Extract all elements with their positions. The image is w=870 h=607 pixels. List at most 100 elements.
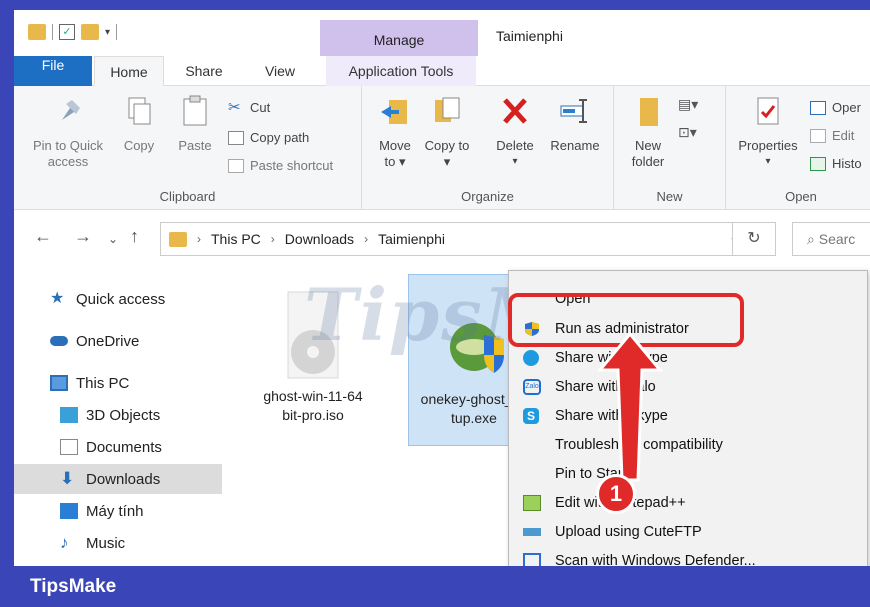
ribbon: Pin to Quick access Copy Paste ✂ Cut Copy… bbox=[14, 86, 870, 210]
menu-item-share-skype[interactable]: Share with Skype bbox=[509, 344, 867, 372]
manage-context-tab[interactable]: Manage bbox=[320, 20, 478, 56]
breadcrumb-downloads[interactable]: Downloads bbox=[285, 231, 354, 247]
breadcrumb-taimienphi[interactable]: Taimienphi bbox=[378, 231, 445, 247]
monitor-icon bbox=[60, 503, 78, 519]
group-label: Clipboard bbox=[159, 189, 216, 204]
pin-icon bbox=[62, 100, 80, 120]
cube-icon bbox=[60, 407, 78, 423]
organize-group: Move to ▾ Copy to ▾ Delete ▾ Rename Orga… bbox=[362, 86, 614, 210]
file-item[interactable]: ghost-win-11-64 bit-pro.iso bbox=[248, 284, 378, 434]
tab-application-tools[interactable]: Application Tools bbox=[326, 56, 476, 86]
pin-to-quick-access-button[interactable]: Pin to Quick access bbox=[24, 94, 112, 170]
recent-locations-icon[interactable]: ⌄ bbox=[108, 232, 118, 246]
star-icon: ★ bbox=[50, 290, 65, 307]
new-group: New folder ▤▾ ⊡▾ New bbox=[614, 86, 726, 210]
sidebar-item-documents[interactable]: Documents bbox=[14, 432, 222, 462]
breadcrumb-this-pc[interactable]: This PC bbox=[211, 231, 261, 247]
history-button[interactable]: Histo bbox=[810, 156, 862, 171]
menu-item-pin-to-start[interactable]: Pin to Start bbox=[509, 460, 867, 488]
edit-button[interactable]: Edit bbox=[810, 128, 854, 143]
move-to-button[interactable]: Move to ▾ bbox=[372, 94, 418, 170]
footer-bar: TipsMake bbox=[0, 566, 870, 607]
disc-image-icon bbox=[287, 291, 339, 379]
menu-item-share-skype-2[interactable]: S Share with Skype bbox=[509, 402, 867, 430]
sidebar-item-may-tinh[interactable]: Máy tính bbox=[14, 496, 222, 526]
properties-icon[interactable]: ✓ bbox=[59, 24, 75, 40]
cut-button[interactable]: ✂ Cut bbox=[228, 98, 270, 116]
sidebar-item-3d-objects[interactable]: 3D Objects bbox=[14, 400, 222, 430]
copy-path-button[interactable]: Copy path bbox=[228, 130, 309, 145]
scissors-icon: ✂ bbox=[228, 98, 241, 116]
forward-arrow-icon[interactable]: → bbox=[74, 226, 92, 247]
address-bar[interactable]: › This PC › Downloads › Taimienphi ⌄ bbox=[160, 222, 750, 256]
new-item-icon[interactable]: ▤▾ bbox=[678, 96, 698, 113]
sidebar-item-downloads[interactable]: ⬇ Downloads bbox=[14, 464, 222, 494]
brand-label: TipsMake bbox=[30, 576, 117, 597]
menu-item-edit-with-notepad[interactable]: Edit with Notepad++ bbox=[509, 489, 867, 517]
refresh-icon: ↻ bbox=[747, 230, 761, 247]
chevron-right-icon: › bbox=[270, 232, 275, 246]
search-icon: ⌕ bbox=[807, 231, 815, 247]
customize-toolbar-icon[interactable]: ▾ bbox=[105, 27, 110, 38]
copy-to-button[interactable]: Copy to ▾ bbox=[424, 94, 470, 170]
paste-shortcut-button[interactable]: Paste shortcut bbox=[228, 158, 333, 173]
copy-path-icon bbox=[228, 130, 244, 145]
window-title: Taimienphi bbox=[496, 28, 563, 44]
group-label: Organize bbox=[461, 189, 514, 204]
paste-shortcut-icon bbox=[228, 158, 244, 173]
copy-icon bbox=[128, 97, 151, 125]
back-arrow-icon[interactable]: ← bbox=[34, 226, 52, 247]
rename-button[interactable]: Rename bbox=[546, 94, 604, 154]
open-icon bbox=[810, 100, 826, 115]
sidebar-item-quick-access[interactable]: ★ Quick access bbox=[14, 284, 222, 314]
sidebar-item-this-pc[interactable]: This PC bbox=[14, 368, 222, 398]
ribbon-tabs: File Home Share View Application Tools bbox=[14, 56, 870, 86]
move-to-icon bbox=[381, 100, 407, 124]
paste-icon bbox=[183, 95, 207, 126]
chevron-right-icon: › bbox=[364, 232, 369, 246]
new-folder-button[interactable]: New folder bbox=[622, 94, 674, 170]
refresh-button[interactable]: ↻ bbox=[732, 222, 776, 256]
navigation-pane: ★ Quick access OneDrive This PC 3D Object… bbox=[14, 270, 224, 566]
open-button[interactable]: Oper bbox=[810, 100, 861, 115]
download-icon: ⬇ bbox=[60, 469, 75, 488]
zalo-icon: Zalo bbox=[523, 379, 541, 395]
up-arrow-icon[interactable]: ↑ bbox=[130, 226, 139, 247]
folder-icon bbox=[640, 98, 658, 126]
copy-to-icon bbox=[435, 97, 460, 122]
menu-item-troubleshoot-compatibility[interactable]: Troubleshoot compatibility bbox=[509, 431, 867, 459]
edit-icon bbox=[810, 128, 826, 143]
paste-button[interactable]: Paste bbox=[170, 94, 220, 154]
step-badge: 1 bbox=[596, 474, 636, 514]
copy-button[interactable]: Copy bbox=[114, 94, 164, 154]
sidebar-item-music[interactable]: ♪ Music bbox=[14, 528, 222, 558]
installer-icon bbox=[450, 323, 504, 373]
tab-file[interactable]: File bbox=[14, 56, 92, 86]
group-label: Open bbox=[785, 189, 817, 204]
tab-share[interactable]: Share bbox=[174, 56, 234, 86]
menu-item-share-zalo[interactable]: Zalo Share with Zalo bbox=[509, 373, 867, 401]
delete-button[interactable]: Delete ▾ bbox=[490, 94, 540, 170]
title-bar: ✓ ▾ Manage Taimienphi bbox=[14, 10, 870, 56]
sidebar-item-onedrive[interactable]: OneDrive bbox=[14, 326, 222, 356]
rename-icon bbox=[560, 99, 587, 123]
delete-icon bbox=[503, 98, 527, 124]
notepad-plus-plus-icon bbox=[523, 495, 541, 511]
chevron-right-icon: › bbox=[197, 232, 201, 246]
new-folder-icon[interactable] bbox=[81, 24, 99, 40]
cuteftp-icon bbox=[523, 528, 541, 536]
easy-access-icon[interactable]: ⊡▾ bbox=[678, 124, 697, 141]
search-input[interactable]: ⌕ Searc bbox=[792, 222, 870, 256]
tab-view[interactable]: View bbox=[250, 56, 310, 86]
group-label: New bbox=[656, 189, 683, 204]
properties-icon bbox=[757, 97, 779, 125]
properties-button[interactable]: Properties ▾ bbox=[732, 94, 804, 170]
folder-icon bbox=[28, 24, 46, 40]
quick-access-toolbar: ✓ ▾ bbox=[28, 24, 118, 40]
menu-item-upload-cuteftp[interactable]: Upload using CuteFTP bbox=[509, 518, 867, 546]
music-icon: ♪ bbox=[60, 533, 69, 552]
skype-icon: S bbox=[523, 408, 539, 424]
cloud-icon bbox=[50, 336, 68, 346]
tab-home[interactable]: Home bbox=[94, 56, 164, 86]
history-icon bbox=[810, 156, 826, 171]
